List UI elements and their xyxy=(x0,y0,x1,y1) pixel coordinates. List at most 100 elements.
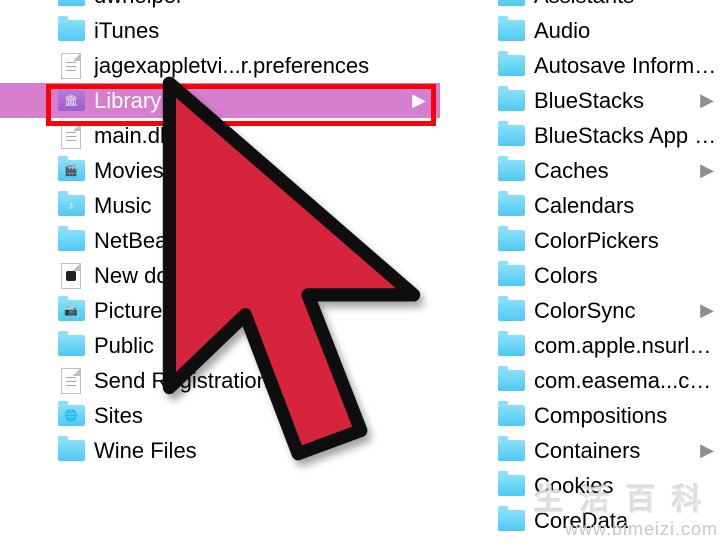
folder-icon xyxy=(58,335,85,356)
chevron-right-icon: ▶ xyxy=(700,300,722,321)
file-icon-slot: 🎬 xyxy=(56,156,86,186)
file-label: Containers xyxy=(534,438,640,464)
file-label: Library xyxy=(94,88,161,114)
watermark-cn: 生活百科 xyxy=(534,475,718,519)
finder-column-view: dwhelper iTunes jagexappletvi...r.preferen… xyxy=(0,0,728,546)
file-row-com-apple-nsurlsess[interactable]: com.apple.nsurlsess xyxy=(440,328,728,363)
folder-icon xyxy=(498,160,525,181)
folder-icon xyxy=(498,0,525,6)
file-icon-slot xyxy=(496,0,526,11)
document-icon xyxy=(61,123,81,149)
file-row-movies[interactable]: 🎬Movies xyxy=(0,153,440,188)
file-row-library[interactable]: 🏛 Library ▶ xyxy=(0,83,440,118)
folder-icon xyxy=(498,475,525,496)
file-row-colorsync[interactable]: ColorSync▶ xyxy=(440,293,728,328)
file-label: Send Registration xyxy=(94,368,269,394)
folder-icon xyxy=(498,335,525,356)
finder-column-left: dwhelper iTunes jagexappletvi...r.preferen… xyxy=(0,0,440,546)
file-label: Public xyxy=(94,333,154,359)
file-icon-slot xyxy=(56,436,86,466)
file-label: New docume... xyxy=(94,263,241,289)
folder-icon xyxy=(498,125,525,146)
watermark-url: www.bimeizi.com xyxy=(534,519,718,540)
file-icon-slot xyxy=(496,261,526,291)
file-row-assistants[interactable]: Assistants xyxy=(440,0,728,13)
folder-icon: 🌐 xyxy=(58,405,85,426)
file-row-autosave-informatio[interactable]: Autosave Informatio xyxy=(440,48,728,83)
file-row-containers[interactable]: Containers▶ xyxy=(440,433,728,468)
file-icon-slot xyxy=(56,16,86,46)
file-row-music[interactable]: ♪Music xyxy=(0,188,440,223)
folder-icon: 🎬 xyxy=(58,160,85,181)
document-icon xyxy=(61,53,81,79)
file-row-bluestacks-app-play[interactable]: BlueStacks App Play xyxy=(440,118,728,153)
file-label: com.easema...cClea xyxy=(534,368,722,394)
file-row-itunes[interactable]: iTunes xyxy=(0,13,440,48)
file-label: Pictures xyxy=(94,298,173,324)
folder-icon xyxy=(498,405,525,426)
file-label: Caches xyxy=(534,158,609,184)
file-icon-slot xyxy=(56,226,86,256)
folder-icon xyxy=(498,370,525,391)
file-icon-slot: ♪ xyxy=(56,191,86,221)
document-icon xyxy=(61,263,81,289)
folder-icon xyxy=(498,195,525,216)
document-icon xyxy=(61,368,81,394)
file-row-public[interactable]: Public xyxy=(0,328,440,363)
file-row-bluestacks[interactable]: BlueStacks ▶ xyxy=(440,83,728,118)
file-row-netbeanspro[interactable]: NetBeansPro xyxy=(0,223,440,258)
chevron-right-icon: ▶ xyxy=(700,90,722,111)
folder-icon xyxy=(498,265,525,286)
file-icon-slot xyxy=(496,401,526,431)
file-row-send-registration[interactable]: Send Registration xyxy=(0,363,440,398)
file-icon-slot: 🏛 xyxy=(56,86,86,116)
file-icon-slot xyxy=(496,471,526,501)
file-row-new-docume[interactable]: New docume... xyxy=(0,258,440,293)
folder-icon xyxy=(498,440,525,461)
file-label: Calendars xyxy=(534,193,634,219)
file-label: Audio xyxy=(534,18,590,44)
file-label: iTunes xyxy=(94,18,159,44)
file-row-pictures[interactable]: 📷 Pictures xyxy=(0,293,440,328)
file-row-calendars[interactable]: Calendars xyxy=(440,188,728,223)
file-label: BlueStacks xyxy=(534,88,644,114)
file-label: BlueStacks App Play xyxy=(534,123,722,149)
file-icon-slot xyxy=(496,121,526,151)
file-row-colors[interactable]: Colors xyxy=(440,258,728,293)
file-label: Colors xyxy=(534,263,598,289)
file-icon-slot xyxy=(496,436,526,466)
folder-icon xyxy=(498,55,525,76)
file-label: ColorPickers xyxy=(534,228,659,254)
file-icon-slot xyxy=(56,51,86,81)
file-label: jagexappletvi...r.preferences xyxy=(94,53,369,79)
file-icon-slot xyxy=(56,331,86,361)
folder-icon: ♪ xyxy=(58,195,85,216)
file-row-jagexappletvi-r-preferences[interactable]: jagexappletvi...r.preferences xyxy=(0,48,440,83)
file-row-compositions[interactable]: Compositions xyxy=(440,398,728,433)
folder-icon xyxy=(498,90,525,111)
file-row-main-db[interactable]: main.db xyxy=(0,118,440,153)
folder-icon xyxy=(498,510,525,531)
file-row-com-easema-cclea[interactable]: com.easema...cClea xyxy=(440,363,728,398)
file-row-audio[interactable]: Audio xyxy=(440,13,728,48)
folder-icon xyxy=(498,300,525,321)
file-row-sites[interactable]: 🌐 Sites xyxy=(0,398,440,433)
file-icon-slot xyxy=(496,191,526,221)
folder-icon xyxy=(58,20,85,41)
file-label: Wine Files xyxy=(94,438,197,464)
file-row-dwhelper[interactable]: dwhelper xyxy=(0,0,440,13)
file-icon-slot xyxy=(56,366,86,396)
file-icon-slot xyxy=(56,121,86,151)
file-label: com.apple.nsurlsess xyxy=(534,333,722,359)
folder-icon xyxy=(58,440,85,461)
file-row-colorpickers[interactable]: ColorPickers xyxy=(440,223,728,258)
chevron-right-icon: ▶ xyxy=(412,90,434,111)
file-row-wine-files[interactable]: Wine Files xyxy=(0,433,440,468)
file-icon-slot: 📷 xyxy=(56,296,86,326)
file-label: Sites xyxy=(94,403,143,429)
file-icon-slot xyxy=(496,226,526,256)
file-row-caches[interactable]: Caches▶ xyxy=(440,153,728,188)
finder-column-right: AssistantsAudioAutosave InformatioBlueSt… xyxy=(440,0,728,546)
file-icon-slot xyxy=(496,86,526,116)
folder-icon xyxy=(58,0,85,6)
